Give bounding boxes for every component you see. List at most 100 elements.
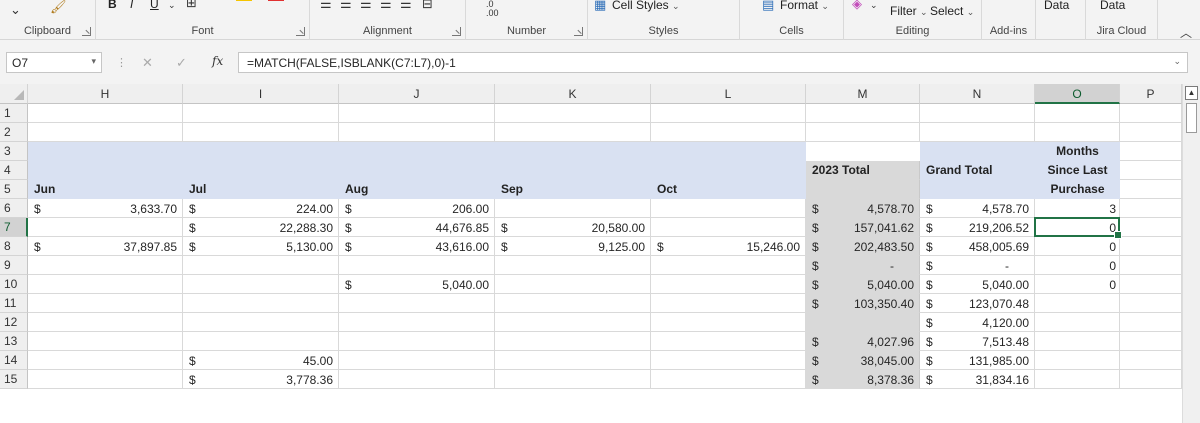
cell-j11[interactable] (339, 294, 495, 313)
cell-k2[interactable] (495, 123, 651, 142)
clear-icon[interactable]: ◈ (852, 0, 862, 11)
cell-m2[interactable] (806, 123, 920, 142)
cell-k15[interactable] (495, 370, 651, 389)
cell-l2[interactable] (651, 123, 806, 142)
row-header-3[interactable]: 3 (0, 142, 28, 161)
row-header-12[interactable]: 12 (0, 313, 28, 332)
cell-p8[interactable] (1120, 237, 1182, 256)
cell-i10[interactable] (183, 275, 339, 294)
enter-icon[interactable]: ✓ (176, 55, 187, 71)
cell-k10[interactable] (495, 275, 651, 294)
cell-p15[interactable] (1120, 370, 1182, 389)
cell-m3[interactable] (806, 142, 920, 161)
cell-k1[interactable] (495, 104, 651, 123)
data-button-2[interactable]: Data (1100, 0, 1125, 12)
cell-j1[interactable] (339, 104, 495, 123)
cell-l1[interactable] (651, 104, 806, 123)
row-header-8[interactable]: 8 (0, 237, 28, 256)
scroll-up-icon[interactable]: ▲ (1185, 86, 1198, 100)
cell-l15[interactable] (651, 370, 806, 389)
cell-h15[interactable] (28, 370, 183, 389)
cell-k12[interactable] (495, 313, 651, 332)
cell-o1[interactable] (1035, 104, 1120, 123)
cell-m9[interactable] (806, 256, 920, 275)
drag-handle-icon[interactable]: ⋮ (116, 56, 127, 69)
column-header-n[interactable]: N (920, 84, 1035, 104)
cell-l11[interactable] (651, 294, 806, 313)
cell-n5[interactable] (920, 180, 1035, 199)
clear-dropdown-icon[interactable]: ⌄ (870, 0, 878, 12)
chevron-down-icon[interactable]: ▾ (91, 56, 96, 67)
cell-h14[interactable] (28, 351, 183, 370)
filter-button[interactable]: Filter ⌄ (890, 4, 928, 18)
cell-p9[interactable] (1120, 256, 1182, 275)
row-header-9[interactable]: 9 (0, 256, 28, 275)
cell-j9[interactable] (339, 256, 495, 275)
cell-k13[interactable] (495, 332, 651, 351)
name-box[interactable]: O7 ▾ (6, 52, 102, 73)
cell-l9[interactable] (651, 256, 806, 275)
cell-i12[interactable] (183, 313, 339, 332)
cell-l7[interactable] (651, 218, 806, 237)
select-button[interactable]: Select ⌄ (930, 4, 974, 18)
expand-formula-bar-icon[interactable]: ⌄ (1173, 56, 1181, 67)
cell-k9[interactable] (495, 256, 651, 275)
row-header-13[interactable]: 13 (0, 332, 28, 351)
cell-p10[interactable] (1120, 275, 1182, 294)
cell-i4[interactable] (183, 161, 339, 180)
cell-p1[interactable] (1120, 104, 1182, 123)
cell-i9[interactable] (183, 256, 339, 275)
row-header-6[interactable]: 6 (0, 199, 28, 218)
cell-l6[interactable] (651, 199, 806, 218)
cancel-icon[interactable]: ✕ (142, 55, 153, 71)
cell-n3[interactable] (920, 142, 1035, 161)
cell-m1[interactable] (806, 104, 920, 123)
cell-j13[interactable] (339, 332, 495, 351)
format-painter-icon[interactable]: 🖌 (50, 0, 67, 14)
cell-j15[interactable] (339, 370, 495, 389)
cell-p3[interactable] (1120, 142, 1182, 161)
cell-l10[interactable] (651, 275, 806, 294)
underline-dropdown-icon[interactable]: ⌄ (168, 0, 176, 12)
font-color-icon[interactable] (268, 0, 284, 1)
row-header-4[interactable]: 4 (0, 161, 28, 180)
cell-l12[interactable] (651, 313, 806, 332)
cell-i5[interactable] (183, 180, 339, 199)
cell-n1[interactable] (920, 104, 1035, 123)
column-header-i[interactable]: I (183, 84, 339, 104)
align-right-icon[interactable]: ☰ (360, 0, 372, 11)
cell-n9[interactable] (920, 256, 1035, 275)
cell-p12[interactable] (1120, 313, 1182, 332)
cell-o14[interactable] (1035, 351, 1120, 370)
cell-k6[interactable] (495, 199, 651, 218)
cell-h13[interactable] (28, 332, 183, 351)
row-header-5[interactable]: 5 (0, 180, 28, 199)
cell-p2[interactable] (1120, 123, 1182, 142)
cell-j12[interactable] (339, 313, 495, 332)
number-launcher-icon[interactable] (574, 27, 583, 36)
cell-o13[interactable] (1035, 332, 1120, 351)
cell-l3[interactable] (651, 142, 806, 161)
cell-m5[interactable] (806, 180, 920, 199)
cell-m12[interactable] (806, 313, 920, 332)
cell-h7[interactable] (28, 218, 183, 237)
decrease-indent-icon[interactable]: ☰ (380, 0, 392, 11)
column-header-l[interactable]: L (651, 84, 806, 104)
column-header-o[interactable]: O (1035, 84, 1120, 104)
cell-o11[interactable] (1035, 294, 1120, 313)
active-cell-selection[interactable] (1034, 217, 1122, 239)
cell-k14[interactable] (495, 351, 651, 370)
cell-l14[interactable] (651, 351, 806, 370)
cell-p4[interactable] (1120, 161, 1182, 180)
decrease-decimal-button[interactable]: .0 .00 (486, 0, 499, 18)
alignment-launcher-icon[interactable] (452, 27, 461, 36)
align-left-icon[interactable]: ☰ (320, 0, 332, 11)
italic-button[interactable]: I (130, 0, 133, 11)
cell-h4[interactable] (28, 161, 183, 180)
cell-h1[interactable] (28, 104, 183, 123)
cell-p6[interactable] (1120, 199, 1182, 218)
underline-button[interactable]: U (150, 0, 159, 11)
row-header-14[interactable]: 14 (0, 351, 28, 370)
row-header-1[interactable]: 1 (0, 104, 28, 123)
merge-center-icon[interactable]: ⊟ (422, 0, 433, 11)
